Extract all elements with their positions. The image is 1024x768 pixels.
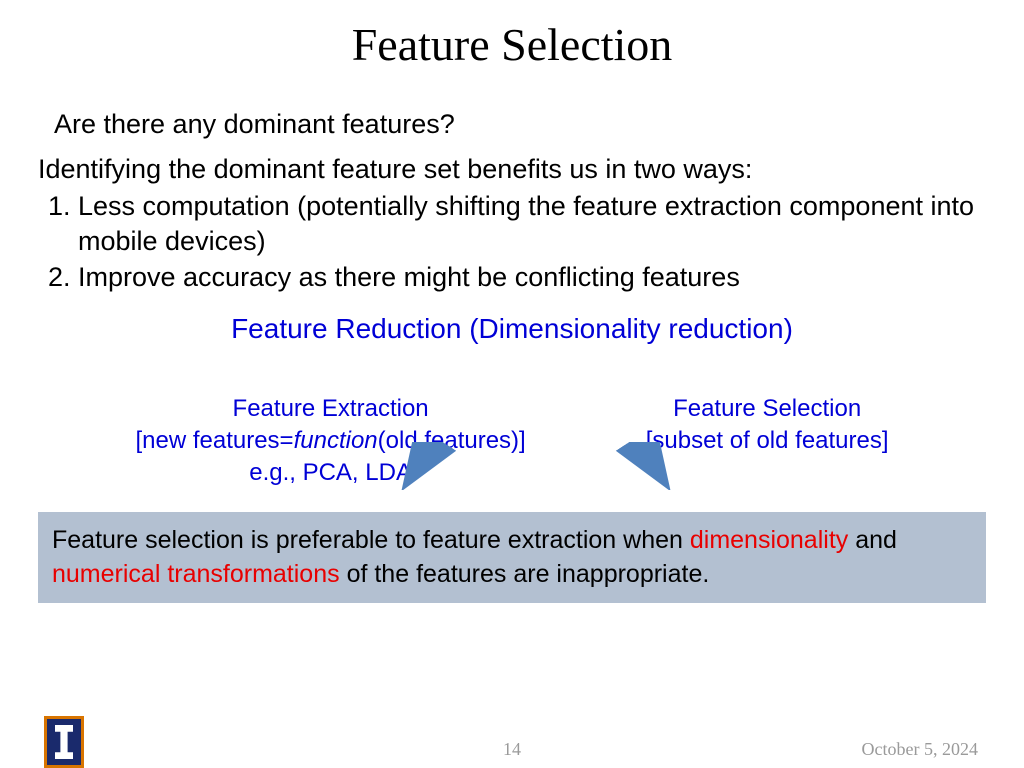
slide: Feature Selection Are there any dominant…: [0, 18, 1024, 768]
branch-line: [new features=function(old features)]: [135, 425, 525, 457]
branch-extraction: Feature Extraction [new features=functio…: [135, 393, 525, 490]
highlight-text: dimensionality: [690, 526, 848, 554]
highlight-text: numerical transformations: [52, 560, 340, 588]
branch-line: Feature Extraction: [135, 393, 525, 425]
branch-line: [subset of old features]: [646, 425, 889, 457]
branch-selection: Feature Selection [subset of old feature…: [646, 393, 889, 490]
note-text: and: [848, 526, 897, 554]
benefit-list: Less computation (potentially shifting t…: [78, 189, 986, 295]
footer-date: October 5, 2024: [862, 739, 978, 760]
logo-letter-i: [55, 725, 73, 759]
page-number: 14: [503, 739, 521, 760]
note-box: Feature selection is preferable to featu…: [38, 512, 986, 604]
function-italic: function: [294, 427, 378, 454]
note-text: of the features are inappropriate.: [340, 560, 710, 588]
illinois-logo-icon: [44, 716, 84, 768]
text: (old features)]: [378, 427, 526, 454]
note-text: Feature selection is preferable to featu…: [52, 526, 690, 554]
branches-row: Feature Extraction [new features=functio…: [0, 393, 1024, 490]
intro-text: Identifying the dominant feature set ben…: [38, 154, 986, 185]
slide-title: Feature Selection: [0, 18, 1024, 71]
text: [new features=: [135, 427, 293, 454]
branch-line: e.g., PCA, LDA: [135, 457, 525, 489]
reduction-heading: Feature Reduction (Dimensionality reduct…: [0, 313, 1024, 345]
question-text: Are there any dominant features?: [54, 109, 1024, 140]
list-item: Less computation (potentially shifting t…: [78, 189, 986, 258]
list-item: Improve accuracy as there might be confl…: [78, 260, 986, 295]
branch-line: Feature Selection: [646, 393, 889, 425]
